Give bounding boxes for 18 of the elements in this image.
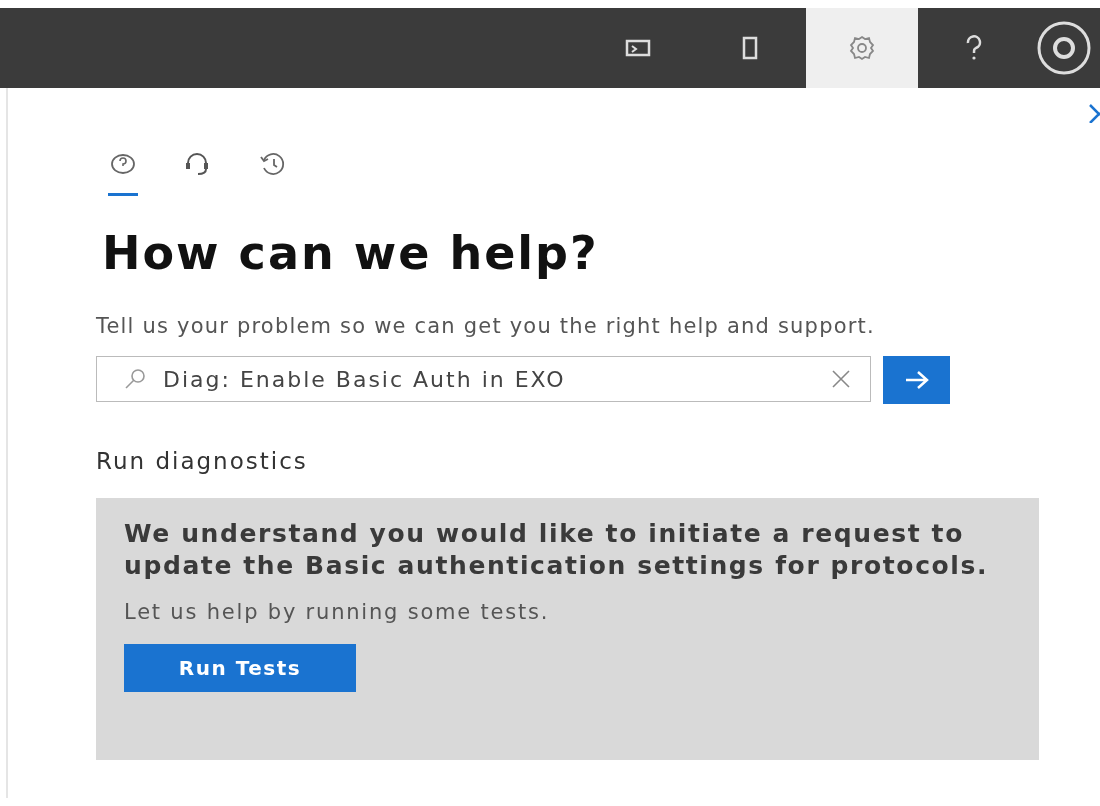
submit-button[interactable] <box>883 356 950 404</box>
subtitle-text: Tell us your problem so we can get you the right help and support. <box>96 314 876 338</box>
avatar-icon <box>1036 20 1092 76</box>
card-message: We understand you would like to initiate a request to update the Basic authentication settings for protocols. <box>124 518 990 582</box>
phone-icon <box>741 36 759 60</box>
screen-icon <box>625 38 651 58</box>
card-hint: Let us help by running some tests. <box>124 600 551 624</box>
help-icon <box>965 35 983 61</box>
headset-icon <box>184 152 210 176</box>
run-tests-button[interactable]: Run Tests <box>124 644 356 692</box>
clear-icon[interactable] <box>830 368 853 390</box>
section-title: Run diagnostics <box>96 448 309 474</box>
search-input[interactable]: Diag: Enable Basic Auth in EXO <box>161 365 817 393</box>
search-icon <box>123 368 147 390</box>
search-field[interactable]: Diag: Enable Basic Auth in EXO <box>96 356 872 402</box>
settings-icon <box>848 34 876 62</box>
question-circle-icon <box>110 153 136 175</box>
panel-heading: How can we help? <box>102 226 600 280</box>
